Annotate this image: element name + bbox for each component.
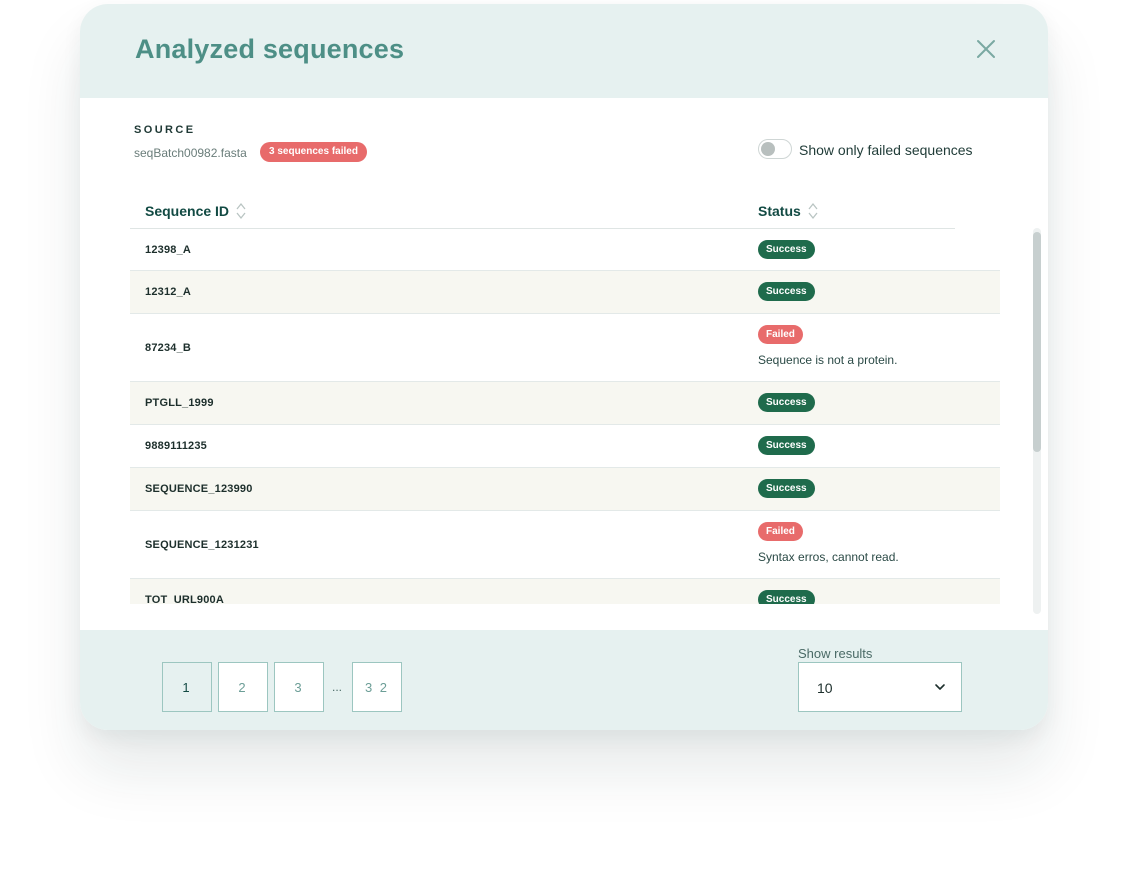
table-row: TOT_URL900A Success bbox=[130, 579, 1000, 604]
status-message: Sequence is not a protein. bbox=[758, 353, 898, 367]
close-button[interactable] bbox=[973, 36, 999, 62]
page-button-1[interactable]: 1 bbox=[162, 662, 212, 712]
table-row: 9889111235 Success bbox=[130, 425, 1000, 468]
sort-icon bbox=[807, 201, 819, 221]
modal-title: Analyzed sequences bbox=[135, 34, 405, 64]
toggle-knob bbox=[761, 142, 775, 156]
source-file-name: seqBatch00982.fasta bbox=[134, 146, 247, 160]
status-badge: Success bbox=[758, 393, 815, 412]
sequence-id: PTGLL_1999 bbox=[145, 397, 214, 409]
sort-icon bbox=[235, 201, 247, 221]
close-icon bbox=[977, 40, 995, 58]
page-button-2[interactable]: 2 bbox=[218, 662, 268, 712]
table-row: 87234_B Failed Sequence is not a protein… bbox=[130, 314, 1000, 382]
modal-header: Analyzed sequences bbox=[80, 4, 1048, 98]
sequence-id: TOT_URL900A bbox=[145, 594, 225, 604]
show-results-value: 10 bbox=[817, 680, 833, 696]
table-row: PTGLL_1999 Success bbox=[130, 382, 1000, 425]
sequence-id: SEQUENCE_123990 bbox=[145, 483, 253, 495]
status-badge: Success bbox=[758, 590, 815, 604]
status-badge: Success bbox=[758, 479, 815, 498]
table-scrollbar[interactable] bbox=[1033, 228, 1041, 614]
modal-footer: 1 2 3 ... 3 2 Show results 10 bbox=[80, 630, 1048, 730]
column-header-sequence-id[interactable]: Sequence ID bbox=[145, 201, 247, 221]
status-badge: Success bbox=[758, 436, 815, 455]
source-label: SOURCE bbox=[134, 124, 196, 136]
column-header-status[interactable]: Status bbox=[758, 201, 819, 221]
sequence-id: 87234_B bbox=[145, 342, 192, 354]
table-row: 12398_A Success bbox=[130, 229, 1000, 271]
analyzed-sequences-modal: Analyzed sequences SOURCE seqBatch00982.… bbox=[80, 4, 1048, 730]
show-results-select[interactable]: 10 bbox=[798, 662, 962, 712]
show-failed-toggle-label: Show only failed sequences bbox=[799, 142, 973, 158]
status-badge: Success bbox=[758, 282, 815, 301]
status-badge: Failed bbox=[758, 325, 803, 344]
table-row: 12312_A Success bbox=[130, 271, 1000, 314]
column-header-label: Sequence ID bbox=[145, 203, 230, 219]
page-button-3[interactable]: 3 bbox=[274, 662, 324, 712]
sequence-id: 12398_A bbox=[145, 244, 192, 256]
page-button-last[interactable]: 3 2 bbox=[352, 662, 402, 712]
status-badge: Success bbox=[758, 240, 815, 259]
status-message: Syntax erros, cannot read. bbox=[758, 550, 899, 564]
table-row: SEQUENCE_123990 Success bbox=[130, 468, 1000, 511]
scrollbar-thumb[interactable] bbox=[1033, 232, 1041, 452]
chevron-down-icon bbox=[934, 682, 946, 692]
failed-count-badge: 3 sequences failed bbox=[260, 142, 367, 162]
show-results-label: Show results bbox=[798, 646, 873, 661]
pagination-ellipsis: ... bbox=[332, 680, 343, 694]
sequence-id: 12312_A bbox=[145, 286, 192, 298]
status-badge: Failed bbox=[758, 522, 803, 541]
show-failed-toggle[interactable] bbox=[758, 139, 792, 159]
sequences-table: 12398_A Success 12312_A Success 87234_B … bbox=[130, 229, 1000, 604]
table-row: SEQUENCE_1231231 Failed Syntax erros, ca… bbox=[130, 511, 1000, 579]
column-header-label: Status bbox=[758, 203, 801, 219]
sequence-id: 9889111235 bbox=[145, 440, 207, 452]
sequence-id: SEQUENCE_1231231 bbox=[145, 539, 259, 551]
